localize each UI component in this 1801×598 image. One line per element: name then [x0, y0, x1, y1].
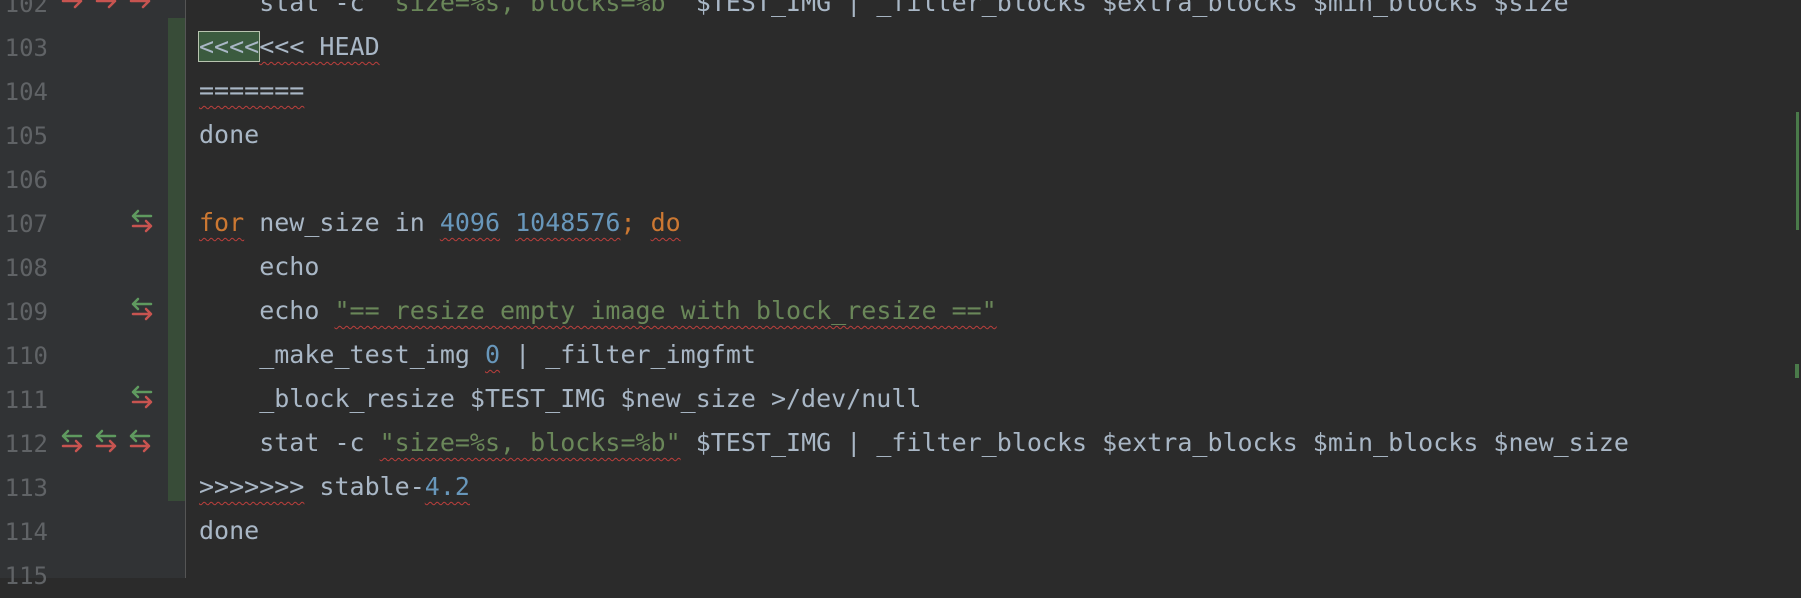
code-text[interactable]: echo: [199, 252, 319, 282]
gutter-markers: [60, 472, 160, 502]
code-token: done: [199, 120, 260, 149]
code-line[interactable]: 109 echo "== resize empty image with blo…: [0, 290, 1801, 334]
merge-conflict-swap-icon[interactable]: [60, 428, 86, 454]
gutter-markers: [60, 32, 160, 62]
number-token: 4.2: [424, 472, 470, 501]
apply-change-arrow-icon[interactable]: [128, 0, 154, 14]
keyword-token: do: [650, 208, 681, 237]
code-token: _block_resize $TEST_IMG $new_size >/dev/…: [199, 384, 922, 413]
line-number[interactable]: 113: [0, 474, 48, 502]
line-number[interactable]: 102: [0, 0, 48, 18]
line-number[interactable]: 108: [0, 254, 48, 282]
code-text[interactable]: _block_resize $TEST_IMG $new_size >/dev/…: [199, 384, 921, 414]
code-token: =======: [199, 76, 305, 105]
number-token: 1048576: [515, 208, 621, 237]
line-number[interactable]: 106: [0, 166, 48, 194]
code-token: done: [199, 516, 260, 545]
gutter-markers: [60, 296, 160, 326]
scrollbar-markers[interactable]: [1791, 0, 1801, 578]
code-line[interactable]: 105 done: [0, 114, 1801, 158]
keyword-token: for: [199, 208, 245, 237]
code-line[interactable]: 106: [0, 158, 1801, 202]
code-text[interactable]: stat -c "size=%s, blocks=%b" $TEST_IMG |…: [199, 428, 1629, 458]
code-token: echo: [199, 296, 335, 325]
code-token: >>>>>>>: [199, 472, 305, 501]
number-token: 0: [484, 340, 501, 369]
keyword-token: ;: [620, 208, 651, 237]
code-text[interactable]: done: [199, 516, 259, 546]
line-number[interactable]: 111: [0, 386, 48, 414]
merge-conflict-swap-icon[interactable]: [130, 208, 156, 234]
line-number[interactable]: 105: [0, 122, 48, 150]
line-number[interactable]: 103: [0, 34, 48, 62]
apply-change-arrow-icon[interactable]: [94, 0, 120, 14]
code-line[interactable]: 114 done: [0, 510, 1801, 554]
code-token: echo: [199, 252, 320, 281]
gutter-markers: [60, 340, 160, 370]
gutter-markers: [60, 164, 160, 194]
apply-change-arrow-icon[interactable]: [60, 0, 86, 14]
code-token: $TEST_IMG | _filter_blocks $extra_blocks…: [680, 428, 1629, 457]
gutter-markers: [60, 252, 160, 282]
gutter-markers: [60, 208, 160, 238]
line-number[interactable]: 112: [0, 430, 48, 458]
code-text[interactable]: for new_size in 4096 1048576; do: [199, 208, 681, 238]
merge-conflict-swap-icon[interactable]: [94, 428, 120, 454]
code-token: $TEST_IMG | _filter_blocks $extra_blocks…: [680, 0, 1569, 17]
code-line[interactable]: 113 >>>>>>> stable-4.2: [0, 466, 1801, 510]
code-line[interactable]: 111 _block_resize $TEST_IMG $new_size >/…: [0, 378, 1801, 422]
code-line[interactable]: 115: [0, 554, 1801, 598]
gutter-markers: [60, 560, 160, 590]
code-token: <<< HEAD: [259, 32, 380, 61]
code-line[interactable]: 104 =======: [0, 70, 1801, 114]
merge-conflict-swap-icon[interactable]: [130, 384, 156, 410]
code-text[interactable]: >>>>>>> stable-4.2: [199, 472, 470, 502]
gutter-markers: [60, 384, 160, 414]
code-text[interactable]: <<<<<<< HEAD: [197, 31, 380, 62]
scroll-change-marker[interactable]: [1795, 364, 1799, 378]
code-text[interactable]: echo "== resize empty image with block_r…: [199, 296, 997, 326]
merge-conflict-swap-icon[interactable]: [128, 428, 154, 454]
string-token: "size=%s, blocks=%b": [379, 0, 681, 17]
gutter-markers: [60, 0, 160, 18]
code-token: _make_test_img: [199, 340, 485, 369]
code-token: | _filter_imgfmt: [500, 340, 756, 369]
code-token: stat -c: [199, 428, 380, 457]
code-token: stable-: [304, 472, 425, 501]
line-number[interactable]: 104: [0, 78, 48, 106]
line-number[interactable]: 110: [0, 342, 48, 370]
number-token: 4096: [439, 208, 501, 237]
code-line[interactable]: 108 echo: [0, 246, 1801, 290]
code-token: new_size in: [244, 208, 440, 237]
code-line[interactable]: 103 <<<<<<< HEAD: [0, 26, 1801, 70]
code-line[interactable]: 112 stat -c "size=%s, blocks=%b" $TEST_I…: [0, 422, 1801, 466]
line-number[interactable]: 109: [0, 298, 48, 326]
gutter-markers: [60, 120, 160, 150]
line-number[interactable]: 114: [0, 518, 48, 546]
gutter-markers: [60, 428, 160, 458]
merge-conflict-swap-icon[interactable]: [130, 296, 156, 322]
line-number[interactable]: 115: [0, 562, 48, 590]
scroll-change-marker[interactable]: [1796, 112, 1799, 230]
line-number[interactable]: 107: [0, 210, 48, 238]
code-line[interactable]: 107 for new_size in 4096 1048576; do: [0, 202, 1801, 246]
code-token: stat -c: [199, 0, 380, 17]
code-line[interactable]: 110 _make_test_img 0 | _filter_imgfmt: [0, 334, 1801, 378]
code-text[interactable]: stat -c "size=%s, blocks=%b" $TEST_IMG |…: [199, 0, 1569, 18]
code-text[interactable]: _make_test_img 0 | _filter_imgfmt: [199, 340, 756, 370]
string-token: "size=%s, blocks=%b": [379, 428, 681, 457]
code-text[interactable]: done: [199, 120, 259, 150]
code-text[interactable]: =======: [199, 76, 304, 106]
string-token: "== resize empty image with block_resize…: [334, 296, 997, 325]
gutter-markers: [60, 76, 160, 106]
gutter-markers: [60, 516, 160, 546]
code-line[interactable]: 102 stat -c "size=%s, blocks=%b" $TEST_I…: [0, 0, 1801, 26]
code-token: <<<<: [197, 31, 261, 62]
